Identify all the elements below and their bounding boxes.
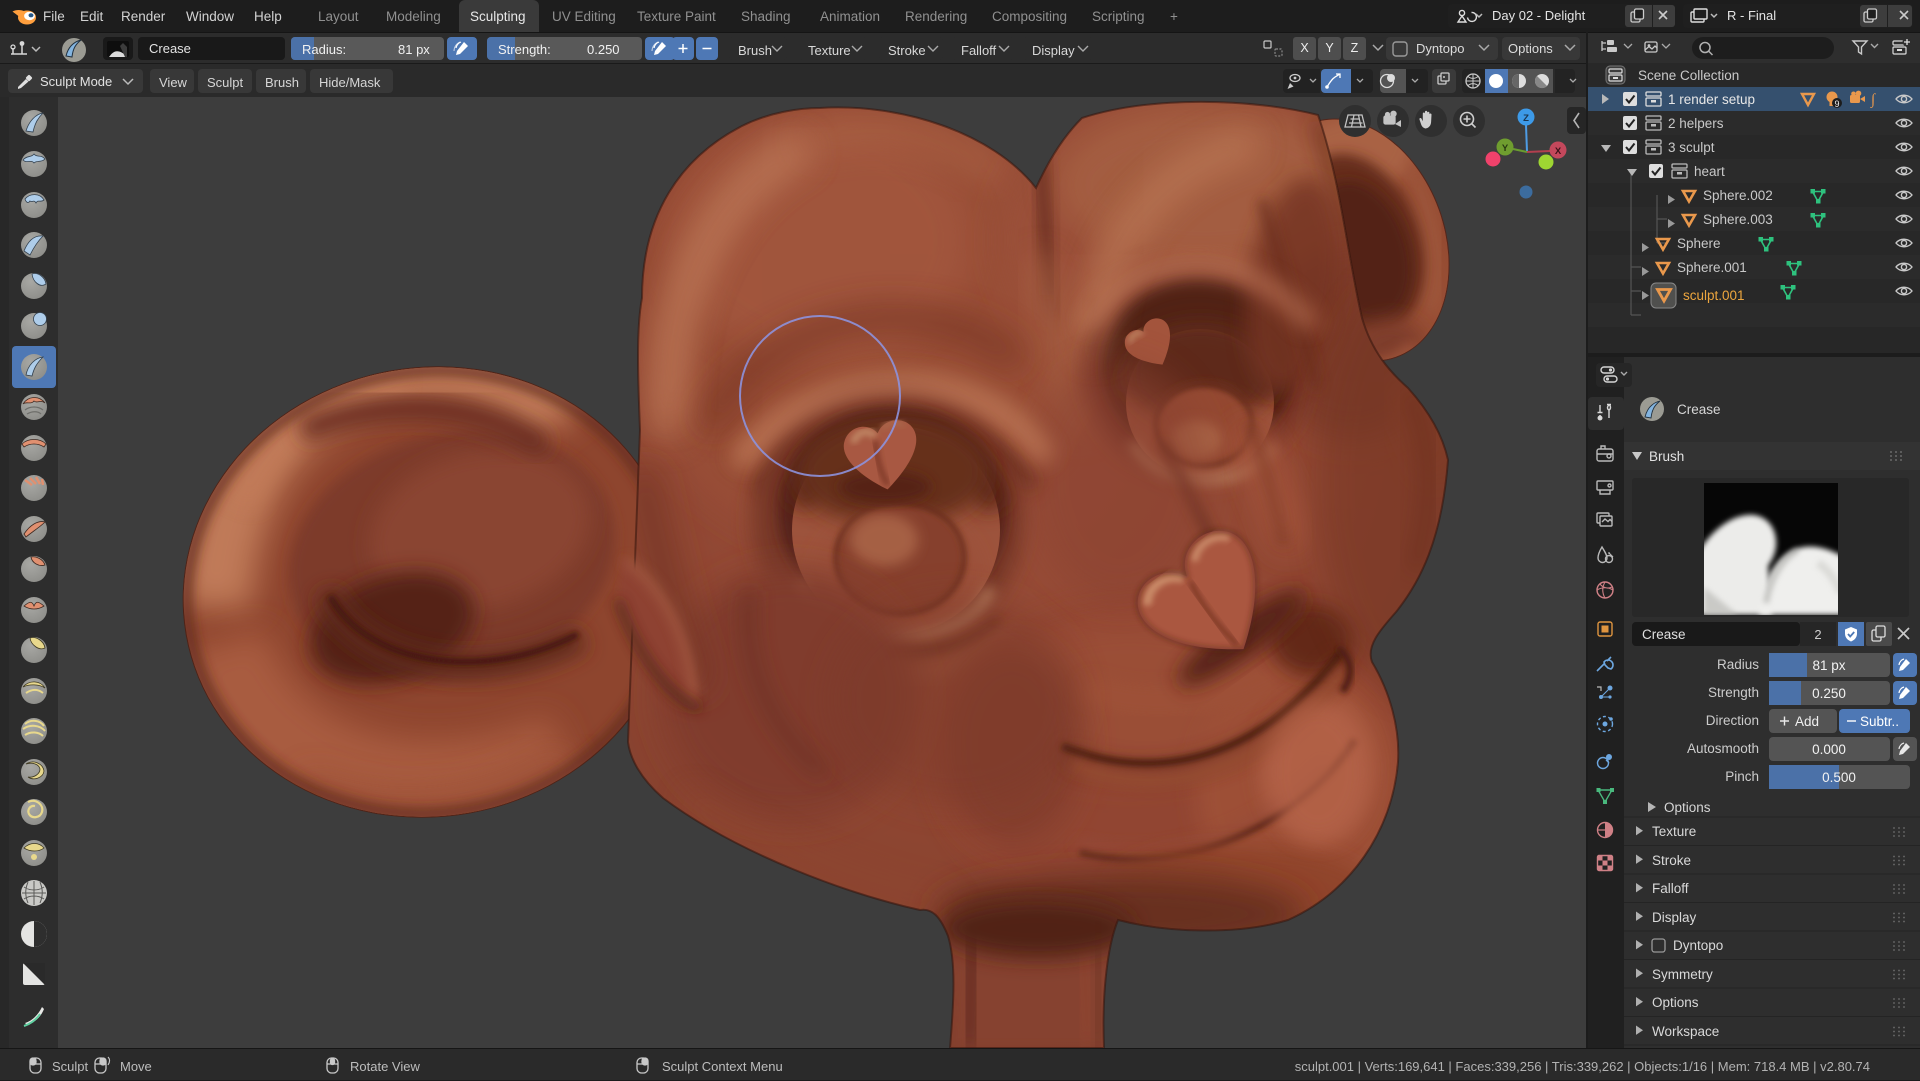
svg-text:1 render setup: 1 render setup <box>1668 92 1755 107</box>
svg-text:Scene Collection: Scene Collection <box>1638 68 1739 83</box>
svg-text:Subtr..: Subtr.. <box>1860 714 1899 729</box>
svg-text:Crease: Crease <box>1677 402 1721 417</box>
svg-text:Crease: Crease <box>1642 627 1686 642</box>
svg-text:Sphere.002: Sphere.002 <box>1703 188 1773 203</box>
svg-text:9: 9 <box>1834 99 1839 109</box>
svg-text:Display: Display <box>1652 910 1697 925</box>
svg-text:Symmetry: Symmetry <box>1652 967 1713 982</box>
svg-text:2: 2 <box>1814 627 1821 642</box>
svg-text:Strength: Strength <box>1708 685 1759 700</box>
svg-text:3 sculpt: 3 sculpt <box>1668 140 1715 155</box>
svg-text:0.250: 0.250 <box>1812 686 1846 701</box>
svg-text:2 helpers: 2 helpers <box>1668 116 1724 131</box>
svg-text:Workspace: Workspace <box>1652 1024 1719 1039</box>
svg-text:heart: heart <box>1694 164 1725 179</box>
svg-text:Y: Y <box>1502 143 1509 154</box>
svg-text:Falloff: Falloff <box>1652 881 1689 896</box>
svg-text:Radius: Radius <box>1717 657 1759 672</box>
svg-text:Autosmooth: Autosmooth <box>1687 741 1759 756</box>
svg-text:Direction: Direction <box>1706 713 1759 728</box>
svg-text:Dyntopo: Dyntopo <box>1673 938 1723 953</box>
svg-text:Options: Options <box>1652 995 1699 1010</box>
svg-text:Pinch: Pinch <box>1725 769 1759 784</box>
svg-text:Texture: Texture <box>1652 824 1696 839</box>
svg-text:X: X <box>1555 146 1562 157</box>
svg-text:Stroke: Stroke <box>1652 853 1691 868</box>
svg-text:Sphere.003: Sphere.003 <box>1703 212 1773 227</box>
svg-text:Options: Options <box>1664 800 1711 815</box>
svg-text:0.000: 0.000 <box>1812 742 1846 757</box>
svg-text:Sphere.001: Sphere.001 <box>1677 260 1747 275</box>
svg-text:Add: Add <box>1795 714 1819 729</box>
svg-text:81 px: 81 px <box>1812 658 1845 673</box>
svg-text:Sphere: Sphere <box>1677 236 1721 251</box>
svg-text:0.500: 0.500 <box>1822 770 1856 785</box>
svg-text:Z: Z <box>1523 113 1529 124</box>
svg-text:sculpt.001: sculpt.001 <box>1683 288 1745 303</box>
svg-text:Brush: Brush <box>1649 449 1684 464</box>
